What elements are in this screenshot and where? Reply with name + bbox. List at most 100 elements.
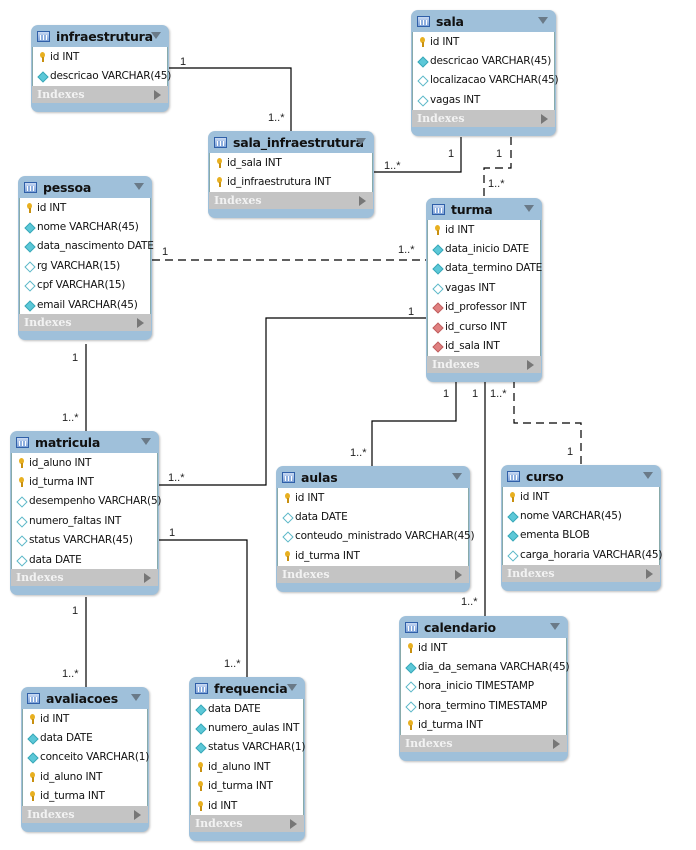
table-header[interactable]: frequencia [189,677,305,699]
column-row[interactable]: id_infraestrutura INT [210,172,372,191]
expand-arrow-icon[interactable] [144,573,151,584]
indexes-section[interactable]: Indexes [19,314,151,332]
column-row[interactable]: id_aluno INT [23,767,147,786]
indexes-section[interactable]: Indexes [502,564,660,582]
relationship-matricula-frequencia[interactable] [159,539,248,677]
collapse-toggle-icon[interactable] [356,138,366,145]
table-header[interactable]: aulas [276,466,470,488]
expand-arrow-icon[interactable] [646,568,653,579]
column-row[interactable]: descricao VARCHAR(45) [413,51,554,70]
column-row[interactable]: id_curso INT [428,317,540,336]
expand-arrow-icon[interactable] [359,195,366,206]
collapse-toggle-icon[interactable] [643,472,653,479]
column-row[interactable]: data_nascimento DATE [20,237,154,256]
expand-arrow-icon[interactable] [134,809,141,820]
column-row[interactable]: id_aluno INT [12,453,157,472]
collapse-toggle-icon[interactable] [550,623,560,630]
indexes-section[interactable]: Indexes [22,805,148,823]
table-pessoa[interactable]: pessoa id INT nome VARCHAR(45) data_nasc… [18,176,154,341]
indexes-section[interactable]: Indexes [32,85,168,103]
table-header[interactable]: calendario [399,616,568,638]
column-row[interactable]: id_turma INT [12,472,157,491]
table-sala[interactable]: sala id INT descricao VARCHAR(45) locali… [411,10,559,136]
table-infraestrutura[interactable]: infraestrutura id INT descricao VARCHAR(… [31,25,171,112]
column-row[interactable]: status VARCHAR(1) [191,738,305,757]
column-row[interactable]: data DATE [191,699,303,718]
collapse-toggle-icon[interactable] [134,183,144,190]
indexes-section[interactable]: Indexes [400,734,567,752]
indexes-section[interactable]: Indexes [412,109,555,127]
table-header[interactable]: sala_infraestrutura [208,131,374,153]
column-row[interactable]: data DATE [23,728,147,747]
collapse-toggle-icon[interactable] [141,438,151,445]
column-row[interactable]: rg VARCHAR(15) [20,256,150,275]
column-row[interactable]: localizacao VARCHAR(45) [413,71,559,90]
column-row[interactable]: nome VARCHAR(45) [20,217,150,236]
column-row[interactable]: id_sala INT [428,336,540,355]
column-row[interactable]: id INT [20,198,150,217]
column-row[interactable]: id INT [278,488,468,507]
column-row[interactable]: ementa BLOB [503,526,659,545]
column-row[interactable]: id_turma INT [23,787,147,806]
column-row[interactable]: id_sala INT [210,153,372,172]
collapse-toggle-icon[interactable] [287,684,297,691]
column-row[interactable]: vagas INT [413,90,554,109]
column-row[interactable]: id INT [428,220,540,239]
indexes-section[interactable]: Indexes [190,815,304,833]
collapse-toggle-icon[interactable] [131,694,141,701]
expand-arrow-icon[interactable] [541,113,548,124]
table-header[interactable]: infraestrutura [31,25,169,47]
collapse-toggle-icon[interactable] [452,473,462,480]
column-row[interactable]: numero_faltas INT [12,511,157,530]
expand-arrow-icon[interactable] [553,738,560,749]
collapse-toggle-icon[interactable] [151,32,161,39]
table-calendario[interactable]: calendario id INT dia_da_semana VARCHAR(… [399,616,570,761]
column-row[interactable]: hora_inicio TIMESTAMP [401,677,566,696]
column-row[interactable]: id INT [503,487,659,506]
column-row[interactable]: id INT [23,709,147,728]
table-header[interactable]: sala [411,10,556,32]
expand-arrow-icon[interactable] [455,569,462,580]
indexes-section[interactable]: Indexes [277,565,469,583]
column-row[interactable]: nome VARCHAR(45) [503,506,659,525]
column-row[interactable]: status VARCHAR(45) [12,531,157,550]
column-row[interactable]: id INT [401,638,566,657]
column-row[interactable]: data_inicio DATE [428,239,540,258]
column-row[interactable]: dia_da_semana VARCHAR(45) [401,657,570,676]
relationship-turma-matricula[interactable] [159,317,426,486]
column-row[interactable]: descricao VARCHAR(45) [33,66,171,85]
expand-arrow-icon[interactable] [137,318,144,329]
column-row[interactable]: desempenho VARCHAR(5) [12,492,162,511]
column-row[interactable]: numero_aulas INT [191,718,303,737]
column-row[interactable]: id_turma INT [191,777,303,796]
table-sala-infraestrutura[interactable]: sala_infraestrutura id_sala INT id_infra… [208,131,374,218]
expand-arrow-icon[interactable] [290,819,297,830]
column-row[interactable]: data_termino DATE [428,259,542,278]
collapse-toggle-icon[interactable] [524,205,534,212]
column-row[interactable]: data DATE [278,507,468,526]
table-header[interactable]: turma [426,198,542,220]
column-row[interactable]: id_professor INT [428,298,540,317]
table-header[interactable]: matricula [10,431,159,453]
table-header[interactable]: avaliacoes [21,687,149,709]
table-frequencia[interactable]: frequencia data DATE numero_aulas INT st… [189,677,305,842]
column-row[interactable]: id_aluno INT [191,757,303,776]
table-turma[interactable]: turma id INT data_inicio DATE data_termi… [426,198,542,382]
table-curso[interactable]: curso id INT nome VARCHAR(45) ementa BLO… [501,465,662,591]
expand-arrow-icon[interactable] [154,89,161,100]
table-avaliacoes[interactable]: avaliacoes id INT data DATE conceito VAR… [21,687,149,832]
column-row[interactable]: data DATE [12,550,157,569]
column-row[interactable]: id INT [33,47,167,66]
table-header[interactable]: curso [501,465,661,487]
column-row[interactable]: email VARCHAR(45) [20,295,150,314]
column-row[interactable]: hora_termino TIMESTAMP [401,696,566,715]
column-row[interactable]: id_turma INT [401,716,566,735]
indexes-section[interactable]: Indexes [427,355,541,373]
table-aulas[interactable]: aulas id INT data DATE conteudo_ministra… [276,466,475,592]
column-row[interactable]: id INT [191,796,303,815]
column-row[interactable]: id_turma INT [278,546,468,565]
indexes-section[interactable]: Indexes [11,569,158,587]
column-row[interactable]: conteudo_ministrado VARCHAR(45) [278,527,475,546]
table-header[interactable]: pessoa [18,176,152,198]
column-row[interactable]: cpf VARCHAR(15) [20,276,150,295]
